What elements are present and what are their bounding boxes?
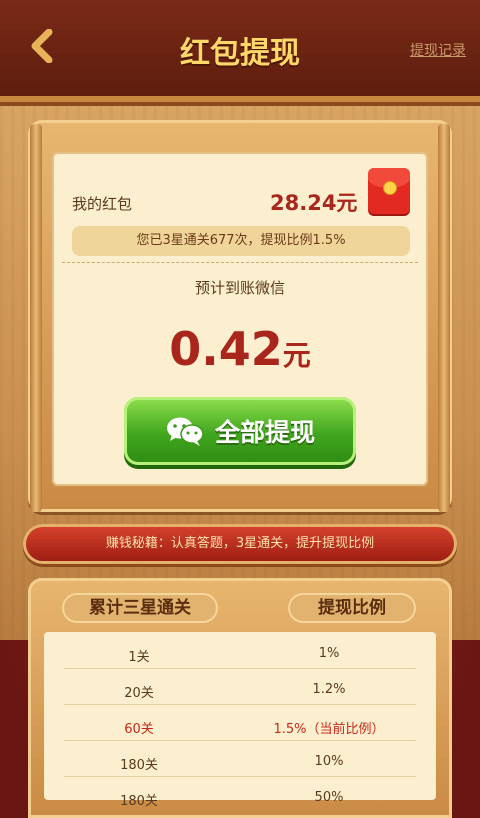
ratio-cell: 1.2%	[312, 682, 346, 697]
expected-arrival-label: 预计到账微信	[194, 279, 285, 297]
ratio-cell: 50%	[314, 790, 344, 805]
wallet-label: 我的红包	[72, 195, 133, 213]
table-row: 180关 50%	[64, 776, 416, 812]
page-title: 红包提现	[180, 36, 300, 71]
withdraw-record-link[interactable]: 提现记录	[410, 40, 466, 60]
expected-amount: 0.42元	[0, 322, 480, 376]
levels-cell: 20关	[124, 686, 154, 701]
table-row-current: 60关 1.5%（当前比例）	[64, 704, 416, 741]
levels-cell: 1关	[128, 650, 150, 665]
red-packet-coin	[383, 181, 397, 195]
ratio-cell: 1.5%（当前比例）	[273, 722, 385, 737]
ratio-cell: 1%	[318, 646, 340, 661]
withdraw-all-label: 全部提现	[214, 418, 315, 447]
wallet-amount: 28.24元	[270, 191, 358, 215]
frame-post-right	[438, 124, 450, 512]
header-bar: 红包提现 提现记录	[0, 0, 480, 102]
levels-cell: 60关	[124, 722, 154, 737]
divider	[62, 262, 418, 263]
table-row: 20关 1.2%	[64, 668, 416, 705]
wechat-icon	[166, 417, 204, 446]
header-three-star-clears: 累计三星通关	[62, 593, 218, 623]
table-row: 180关 10%	[64, 740, 416, 777]
expected-amount-unit: 元	[282, 339, 311, 372]
levels-cell: 180关	[120, 758, 158, 773]
money-tips-banner: 赚钱秘籍：认真答题，3星通关，提升提现比例	[26, 527, 454, 561]
clear-stats-pill: 您已3星通关677次，提现比例1.5%	[72, 226, 410, 256]
withdraw-all-button[interactable]: 全部提现	[124, 397, 356, 465]
header-withdraw-ratio: 提现比例	[288, 593, 416, 623]
expected-amount-value: 0.42	[169, 322, 283, 376]
red-packet-icon	[368, 168, 410, 214]
frame-post-left	[30, 124, 42, 512]
table-row: 1关 1%	[64, 632, 416, 669]
ratio-cell: 10%	[314, 754, 344, 769]
